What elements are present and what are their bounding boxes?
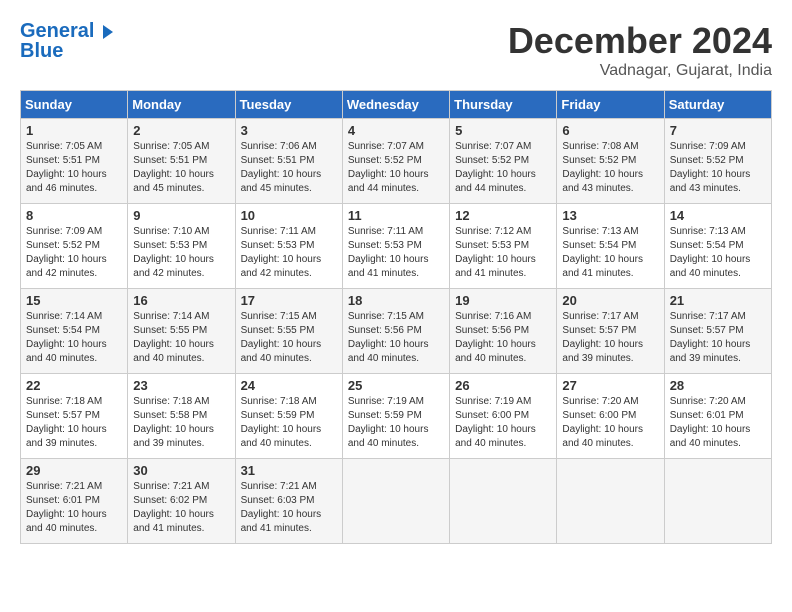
table-row: 29Sunrise: 7:21 AMSunset: 6:01 PMDayligh… <box>21 459 128 544</box>
table-row: 1Sunrise: 7:05 AMSunset: 5:51 PMDaylight… <box>21 119 128 204</box>
table-row: 15Sunrise: 7:14 AMSunset: 5:54 PMDayligh… <box>21 289 128 374</box>
table-row: 26Sunrise: 7:19 AMSunset: 6:00 PMDayligh… <box>450 374 557 459</box>
table-row: 23Sunrise: 7:18 AMSunset: 5:58 PMDayligh… <box>128 374 235 459</box>
table-row: 11Sunrise: 7:11 AMSunset: 5:53 PMDayligh… <box>342 204 449 289</box>
page-header: General Blue December 2024 Vadnagar, Guj… <box>20 20 772 80</box>
table-row: 5Sunrise: 7:07 AMSunset: 5:52 PMDaylight… <box>450 119 557 204</box>
col-friday: Friday <box>557 91 664 119</box>
calendar-table: Sunday Monday Tuesday Wednesday Thursday… <box>20 90 772 544</box>
table-row: 10Sunrise: 7:11 AMSunset: 5:53 PMDayligh… <box>235 204 342 289</box>
col-sunday: Sunday <box>21 91 128 119</box>
table-row: 17Sunrise: 7:15 AMSunset: 5:55 PMDayligh… <box>235 289 342 374</box>
table-row <box>342 459 449 544</box>
table-row: 16Sunrise: 7:14 AMSunset: 5:55 PMDayligh… <box>128 289 235 374</box>
table-row: 2Sunrise: 7:05 AMSunset: 5:51 PMDaylight… <box>128 119 235 204</box>
table-row: 3Sunrise: 7:06 AMSunset: 5:51 PMDaylight… <box>235 119 342 204</box>
table-row: 24Sunrise: 7:18 AMSunset: 5:59 PMDayligh… <box>235 374 342 459</box>
col-tuesday: Tuesday <box>235 91 342 119</box>
table-row: 13Sunrise: 7:13 AMSunset: 5:54 PMDayligh… <box>557 204 664 289</box>
col-monday: Monday <box>128 91 235 119</box>
title-block: December 2024 Vadnagar, Gujarat, India <box>508 20 772 80</box>
table-row: 18Sunrise: 7:15 AMSunset: 5:56 PMDayligh… <box>342 289 449 374</box>
table-row: 7Sunrise: 7:09 AMSunset: 5:52 PMDaylight… <box>664 119 771 204</box>
col-saturday: Saturday <box>664 91 771 119</box>
table-row: 20Sunrise: 7:17 AMSunset: 5:57 PMDayligh… <box>557 289 664 374</box>
month-title: December 2024 <box>508 20 772 62</box>
table-row: 14Sunrise: 7:13 AMSunset: 5:54 PMDayligh… <box>664 204 771 289</box>
location: Vadnagar, Gujarat, India <box>508 62 772 80</box>
table-row: 21Sunrise: 7:17 AMSunset: 5:57 PMDayligh… <box>664 289 771 374</box>
table-row: 30Sunrise: 7:21 AMSunset: 6:02 PMDayligh… <box>128 459 235 544</box>
table-row: 4Sunrise: 7:07 AMSunset: 5:52 PMDaylight… <box>342 119 449 204</box>
table-row: 9Sunrise: 7:10 AMSunset: 5:53 PMDaylight… <box>128 204 235 289</box>
col-thursday: Thursday <box>450 91 557 119</box>
table-row: 6Sunrise: 7:08 AMSunset: 5:52 PMDaylight… <box>557 119 664 204</box>
table-row <box>664 459 771 544</box>
table-row: 27Sunrise: 7:20 AMSunset: 6:00 PMDayligh… <box>557 374 664 459</box>
logo: General Blue <box>20 20 113 62</box>
table-row <box>450 459 557 544</box>
table-row: 22Sunrise: 7:18 AMSunset: 5:57 PMDayligh… <box>21 374 128 459</box>
table-row: 19Sunrise: 7:16 AMSunset: 5:56 PMDayligh… <box>450 289 557 374</box>
table-row <box>557 459 664 544</box>
table-row: 31Sunrise: 7:21 AMSunset: 6:03 PMDayligh… <box>235 459 342 544</box>
table-row: 28Sunrise: 7:20 AMSunset: 6:01 PMDayligh… <box>664 374 771 459</box>
table-row: 8Sunrise: 7:09 AMSunset: 5:52 PMDaylight… <box>21 204 128 289</box>
table-row: 25Sunrise: 7:19 AMSunset: 5:59 PMDayligh… <box>342 374 449 459</box>
table-row: 12Sunrise: 7:12 AMSunset: 5:53 PMDayligh… <box>450 204 557 289</box>
col-wednesday: Wednesday <box>342 91 449 119</box>
